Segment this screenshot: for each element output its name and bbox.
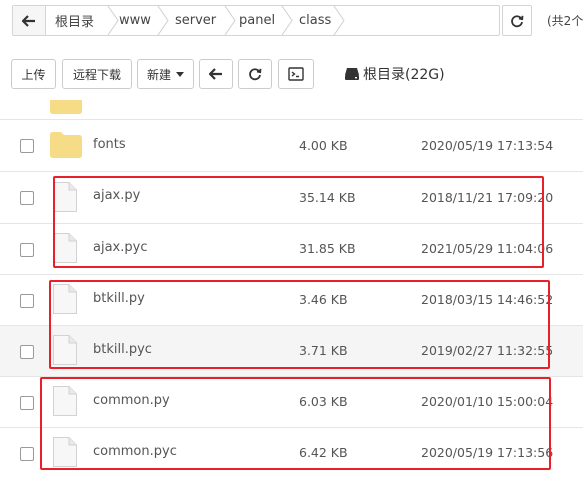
hdd-icon — [345, 68, 359, 80]
file-name[interactable]: common.pyc — [93, 444, 177, 459]
file-list: fonts 4.00 KB 2020/05/19 17:13:54 ajax.p… — [0, 100, 583, 479]
file-name[interactable]: btkill.pyc — [93, 342, 152, 357]
refresh-icon — [511, 14, 524, 27]
folder-icon — [50, 132, 82, 158]
file-size: 3.71 KB — [299, 343, 348, 358]
file-size: 3.46 KB — [299, 292, 348, 307]
table-row[interactable] — [0, 100, 583, 120]
table-row[interactable]: common.py 6.03 KB 2020/01/10 15:00:04 — [0, 377, 583, 428]
path-refresh-button[interactable] — [502, 5, 532, 36]
chevron-separator-icon — [333, 6, 345, 35]
file-size: 6.03 KB — [299, 394, 348, 409]
breadcrumb-class[interactable]: class — [299, 6, 331, 35]
arrow-left-icon — [22, 14, 35, 27]
toolbar: 上传 远程下载 新建 根目录(22G) — [0, 42, 583, 100]
file-name[interactable]: ajax.py — [93, 188, 140, 203]
disk-indicator[interactable]: 根目录(22G) — [344, 65, 445, 83]
upload-button[interactable]: 上传 — [11, 59, 56, 89]
file-size: 31.85 KB — [299, 241, 356, 256]
row-checkbox[interactable] — [20, 139, 34, 153]
file-date: 2021/05/29 11:04:06 — [421, 241, 554, 256]
refresh-icon — [249, 68, 262, 81]
file-icon — [53, 335, 77, 365]
row-checkbox[interactable] — [20, 396, 34, 410]
row-checkbox[interactable] — [20, 191, 34, 205]
file-date: 2018/11/21 17:09:20 — [421, 190, 554, 205]
folder-icon — [50, 100, 82, 114]
table-row[interactable]: btkill.py 3.46 KB 2018/03/15 14:46:52 — [0, 275, 583, 326]
breadcrumb-server[interactable]: server — [175, 6, 216, 35]
caret-down-icon — [176, 71, 184, 77]
row-checkbox[interactable] — [20, 243, 34, 257]
path-back-button[interactable] — [13, 6, 46, 35]
back-button[interactable] — [199, 59, 233, 89]
chevron-separator-icon — [281, 6, 293, 35]
file-name[interactable]: common.py — [93, 393, 170, 408]
new-dropdown-button[interactable]: 新建 — [137, 59, 194, 89]
table-row[interactable]: ajax.pyc 31.85 KB 2021/05/29 11:04:06 — [0, 224, 583, 275]
breadcrumb-panel[interactable]: panel — [239, 6, 275, 35]
file-date: 2020/05/19 17:13:54 — [421, 138, 554, 153]
terminal-button[interactable] — [278, 59, 314, 89]
table-row[interactable]: ajax.py 35.14 KB 2018/11/21 17:09:20 — [0, 172, 583, 224]
terminal-icon — [288, 67, 304, 81]
file-name[interactable]: btkill.py — [93, 291, 145, 306]
file-count-text: (共2个 — [547, 14, 583, 28]
table-row[interactable]: fonts 4.00 KB 2020/05/19 17:13:54 — [0, 120, 583, 172]
path-bar: 根目录 www server panel class (共2个 — [0, 0, 583, 42]
file-date: 2019/02/27 11:32:55 — [421, 343, 554, 358]
file-size: 35.14 KB — [299, 190, 356, 205]
disk-label: 根目录(22G) — [363, 67, 445, 83]
file-name[interactable]: ajax.pyc — [93, 240, 147, 255]
file-size: 6.42 KB — [299, 445, 348, 460]
breadcrumb: 根目录 www server panel class — [12, 5, 500, 36]
new-label: 新建 — [146, 67, 171, 82]
table-row[interactable]: btkill.pyc 3.71 KB 2019/02/27 11:32:55 — [0, 326, 583, 377]
file-icon — [53, 437, 77, 467]
chevron-separator-icon — [107, 6, 119, 35]
breadcrumb-root[interactable]: 根目录 — [55, 6, 94, 35]
row-checkbox[interactable] — [20, 447, 34, 461]
file-icon — [53, 233, 77, 263]
file-icon — [53, 386, 77, 416]
file-size: 4.00 KB — [299, 138, 348, 153]
table-row[interactable]: common.pyc 6.42 KB 2020/05/19 17:13:56 — [0, 428, 583, 479]
row-checkbox[interactable] — [20, 345, 34, 359]
chevron-separator-icon — [224, 6, 236, 35]
file-date: 2018/03/15 14:46:52 — [421, 292, 554, 307]
file-date: 2020/01/10 15:00:04 — [421, 394, 554, 409]
file-icon — [53, 284, 77, 314]
file-icon — [53, 182, 77, 212]
breadcrumb-www[interactable]: www — [119, 6, 151, 35]
arrow-left-icon — [209, 68, 222, 80]
chevron-separator-icon — [157, 6, 169, 35]
file-name[interactable]: fonts — [93, 137, 126, 152]
remote-download-button[interactable]: 远程下载 — [62, 59, 132, 89]
row-checkbox[interactable] — [20, 294, 34, 308]
file-date: 2020/05/19 17:13:56 — [421, 445, 554, 460]
refresh-button[interactable] — [238, 59, 272, 89]
